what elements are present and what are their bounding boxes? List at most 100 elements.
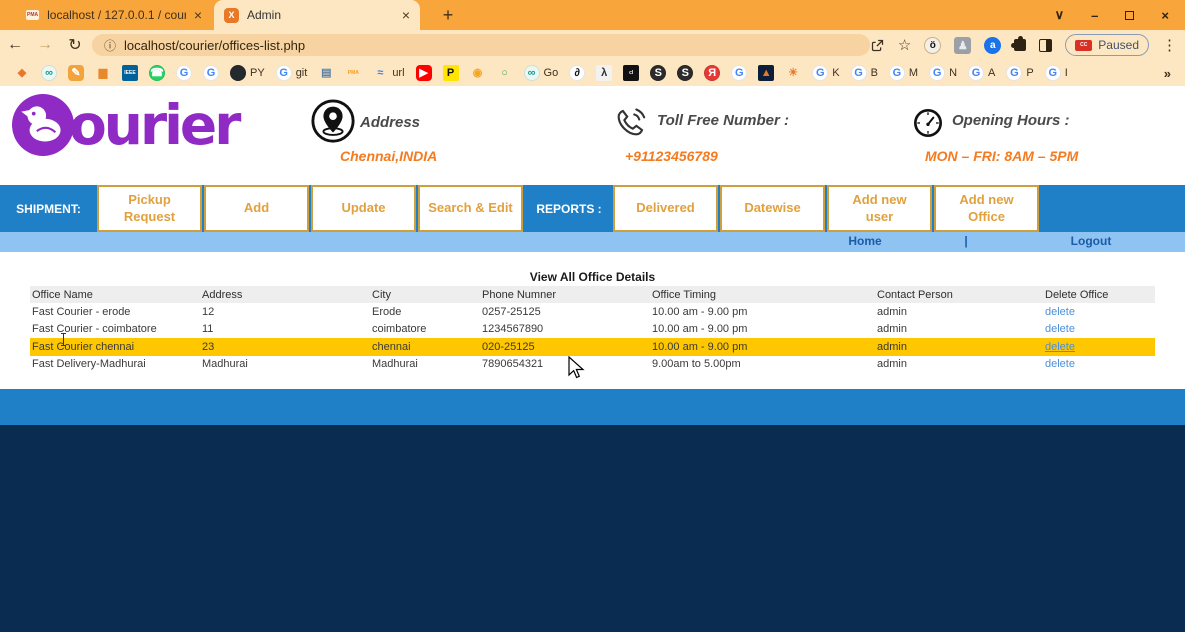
bookmark-geeksforgeeks[interactable]: ∞ <box>41 65 57 81</box>
offices-table: Office NameAddressCityPhone NumnerOffice… <box>30 286 1155 373</box>
hours-label: Opening Hours : <box>952 112 1070 129</box>
bookmark-google[interactable]: Ggit <box>276 65 308 81</box>
tollfree-value: +91123456789 <box>625 148 718 164</box>
tab-search-icon[interactable]: ∨ <box>1055 7 1065 23</box>
bookmark-edit-site[interactable]: ✎ <box>68 65 84 81</box>
nav-button-datewise[interactable]: Datewise <box>720 185 825 232</box>
bookmarks-bar-container: ◆∞✎▆IEEE☎GGPYGgit▤PMA≈url▶P◉○∞Go∂λclSSЯG… <box>0 60 1185 86</box>
bookmarks-overflow-icon[interactable]: » <box>1156 66 1171 81</box>
nav-button-search-edit[interactable]: Search & Edit <box>418 185 523 232</box>
delete-link[interactable]: delete <box>1045 341 1075 353</box>
main-navbar: SHIPMENT: Pickup RequestAddUpdateSearch … <box>0 185 1185 232</box>
hours-value: MON – FRI: 8AM – 5PM <box>925 148 1078 164</box>
bookmark-google[interactable]: GN <box>929 65 957 81</box>
profile-extension-icon[interactable]: ♟ <box>954 37 971 54</box>
delete-link[interactable]: delete <box>1045 358 1075 370</box>
tab-close-icon[interactable]: × <box>402 7 410 23</box>
column-header: Office Name <box>30 289 200 301</box>
bookmark-p-site[interactable]: P <box>443 65 459 81</box>
nav-button-add-new-user[interactable]: Add new user <box>827 185 932 232</box>
nav-button-add[interactable]: Add <box>204 185 309 232</box>
minimize-button[interactable]: – <box>1091 8 1098 23</box>
maximize-button[interactable] <box>1125 11 1134 20</box>
cell-timing: 10.00 am - 9.00 pm <box>650 341 875 353</box>
cell-address: 11 <box>200 323 370 335</box>
tab-close-icon[interactable]: × <box>194 7 202 23</box>
bookmark-google[interactable]: GM <box>889 65 918 81</box>
printer-icon: ▤ <box>318 65 334 81</box>
bookmark-marker[interactable]: ◆ <box>14 65 30 81</box>
bookmark-person-site[interactable]: λ <box>596 65 612 81</box>
cell-phone: 020-25125 <box>480 341 650 353</box>
tab-phpmyadmin[interactable]: PMA localhost / 127.0.0.1 / courier / tb… <box>16 0 212 30</box>
bookmark-analytics[interactable]: ▆ <box>95 65 111 81</box>
google-icon: G <box>276 65 292 81</box>
google-icon: G <box>1006 65 1022 81</box>
bookmark-ieee[interactable]: IEEE <box>122 65 138 81</box>
google-icon: G <box>968 65 984 81</box>
bookmark-youtube[interactable]: ▶ <box>416 65 432 81</box>
bookmark-label: B <box>871 67 878 79</box>
delete-link[interactable]: delete <box>1045 306 1075 318</box>
bookmark-google[interactable]: GK <box>812 65 839 81</box>
bookmark-label: A <box>988 67 995 79</box>
site-info-icon[interactable]: ⓘ <box>104 37 116 54</box>
home-link[interactable]: Home <box>820 234 910 248</box>
clock-icon <box>912 107 944 144</box>
bookmark-google[interactable]: GI <box>1045 65 1068 81</box>
new-tab-button[interactable]: + <box>436 3 460 27</box>
extensions-puzzle-icon[interactable] <box>1014 39 1026 51</box>
cell-address: 12 <box>200 306 370 318</box>
bookmark-cl-site[interactable]: cl <box>623 65 639 81</box>
nav-button-delivered[interactable]: Delivered <box>613 185 718 232</box>
reading-mode-icon[interactable] <box>1039 39 1052 52</box>
bookmark-printer[interactable]: ▤ <box>318 65 334 81</box>
bookmark-ring-site[interactable]: ○ <box>497 65 513 81</box>
google-icon: G <box>176 65 192 81</box>
bookmark-google[interactable]: GB <box>851 65 878 81</box>
bookmark-phpmyadmin[interactable]: PMA <box>345 65 361 81</box>
share-icon[interactable] <box>870 38 885 53</box>
paused-label: Paused <box>1098 38 1139 52</box>
panda-extension-icon[interactable]: ö <box>924 37 941 54</box>
bookmark-yandex[interactable]: Я <box>704 65 720 81</box>
bookmark-google[interactable]: G <box>203 65 219 81</box>
back-icon[interactable]: ← <box>0 36 30 54</box>
a-extension-icon[interactable]: a <box>984 37 1001 54</box>
bookmark-matlab[interactable]: ▲ <box>758 65 774 81</box>
delete-link[interactable]: delete <box>1045 323 1075 335</box>
bookmark-google[interactable]: G <box>731 65 747 81</box>
bookmark-google[interactable]: G <box>176 65 192 81</box>
go-site-icon: ∞ <box>524 65 540 81</box>
bookmark-google[interactable]: GA <box>968 65 995 81</box>
bookmark-bird-site[interactable]: ∂ <box>569 65 585 81</box>
bookmark-go-site[interactable]: ∞Go <box>524 65 559 81</box>
reload-icon[interactable]: ↻ <box>60 35 90 55</box>
forward-icon[interactable]: → <box>30 36 60 54</box>
address-value: Chennai,INDIA <box>340 148 437 164</box>
bookmark-github[interactable]: PY <box>230 65 265 81</box>
xampp-favicon-icon: X <box>224 8 239 23</box>
bookmark-google[interactable]: GP <box>1006 65 1033 81</box>
bookmark-camera-site[interactable]: ◉ <box>470 65 486 81</box>
logout-link[interactable]: Logout <box>1046 234 1136 248</box>
nav-button-add-new-office[interactable]: Add new Office <box>934 185 1039 232</box>
nav-button-pickup-request[interactable]: Pickup Request <box>97 185 202 232</box>
courier-logo: ourier <box>12 94 238 156</box>
bookmark-label: N <box>949 67 957 79</box>
close-window-button[interactable]: × <box>1161 8 1169 23</box>
bookmark-whatsapp[interactable]: ☎ <box>149 65 165 81</box>
nav-button-update[interactable]: Update <box>311 185 416 232</box>
column-header: Contact Person <box>875 289 1043 301</box>
shipment-buttons: Pickup RequestAddUpdateSearch & Edit <box>97 185 525 232</box>
paused-extension-button[interactable]: CC Paused <box>1065 34 1149 56</box>
bookmark-star-icon[interactable]: ☆ <box>898 36 911 54</box>
bookmark-s-site[interactable]: S <box>650 65 666 81</box>
menu-kebab-icon[interactable]: ⋮ <box>1162 36 1177 54</box>
page-title: View All Office Details <box>0 270 1185 284</box>
bookmark-s-site[interactable]: S <box>677 65 693 81</box>
address-bar[interactable]: ⓘ localhost/courier/offices-list.php <box>92 34 870 56</box>
tab-admin[interactable]: X Admin × <box>214 0 420 30</box>
bookmark-eye-site[interactable]: ☀ <box>785 65 801 81</box>
bookmark-url-tool[interactable]: ≈url <box>372 65 404 81</box>
